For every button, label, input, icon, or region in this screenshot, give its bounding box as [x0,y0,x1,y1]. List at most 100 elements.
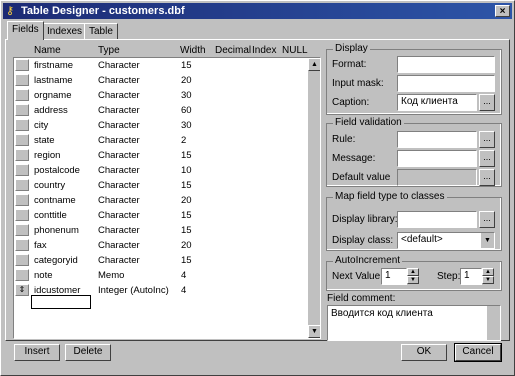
table-row[interactable]: fax Character 20 [14,238,307,253]
field-comment-textarea[interactable]: Вводится код клиента [327,305,501,341]
row-selector[interactable] [15,104,29,116]
field-name-cell[interactable]: fax [34,239,47,252]
table-row[interactable]: conttitle Character 15 [14,208,307,223]
column-header-name[interactable]: Name [34,45,61,56]
rule-builder-button[interactable]: ... [479,131,495,148]
row-selector[interactable] [15,134,29,146]
field-width-cell[interactable]: 30 [181,89,192,102]
table-row[interactable]: lastname Character 20 [14,73,307,88]
field-width-cell[interactable]: 15 [181,254,192,267]
field-name-cell[interactable]: country [34,179,65,192]
field-type-cell[interactable]: Memo [98,269,124,282]
field-type-cell[interactable]: Character [98,224,140,237]
delete-button[interactable]: Delete [65,344,111,361]
format-input[interactable] [397,56,495,73]
field-type-cell[interactable]: Character [98,194,140,207]
default-value-builder-button[interactable]: ... [479,169,495,186]
field-width-cell[interactable]: 15 [181,209,192,222]
column-header-index[interactable]: Index [252,45,276,56]
field-width-cell[interactable]: 15 [181,149,192,162]
row-selector[interactable] [15,254,29,266]
field-type-cell[interactable]: Character [98,59,140,72]
field-name-cell[interactable]: orgname [34,89,72,102]
step-input[interactable]: 1 [460,268,482,285]
field-name-cell[interactable]: address [34,104,68,117]
row-selector[interactable] [15,224,29,236]
table-row[interactable]: city Character 30 [14,118,307,133]
default-value-input[interactable] [397,169,477,186]
scroll-up-button[interactable]: ▲ [308,58,320,71]
field-width-cell[interactable]: 20 [181,194,192,207]
field-width-cell[interactable]: 4 [181,269,186,282]
caption-input[interactable]: Код клиента [397,94,477,111]
field-name-cell[interactable]: categoryid [34,254,78,267]
field-width-cell[interactable]: 2 [181,134,186,147]
row-selector[interactable] [15,59,29,71]
column-header-type[interactable]: Type [98,45,120,56]
row-selector[interactable] [15,209,29,221]
table-row[interactable]: postalcode Character 10 [14,163,307,178]
chevron-down-icon[interactable]: ▼ [481,233,494,248]
field-type-cell[interactable]: Character [98,164,140,177]
row-selector[interactable] [15,269,29,281]
scroll-down-button[interactable]: ▼ [308,325,320,338]
table-row[interactable]: note Memo 4 [14,268,307,283]
caption-builder-button[interactable]: ... [479,94,495,111]
rule-input[interactable] [397,131,477,148]
insert-button[interactable]: Insert [14,344,60,361]
table-row[interactable]: phonenum Character 15 [14,223,307,238]
ok-button[interactable]: OK [401,344,447,361]
field-type-cell[interactable]: Character [98,209,140,222]
field-width-cell[interactable]: 15 [181,224,192,237]
cancel-button[interactable]: Cancel [454,343,502,362]
column-header-null[interactable]: NULL [282,45,308,56]
field-width-cell[interactable]: 15 [181,59,192,72]
table-row[interactable]: region Character 15 [14,148,307,163]
table-row[interactable]: address Character 60 [14,103,307,118]
tab-table[interactable]: Table [84,23,118,39]
row-selector[interactable] [15,179,29,191]
message-input[interactable] [397,150,477,167]
column-header-width[interactable]: Width [180,45,206,56]
row-selector[interactable] [15,194,29,206]
tab-fields[interactable]: Fields [7,21,44,40]
column-header-decimal[interactable]: Decimal [215,45,251,56]
field-name-cell[interactable]: postalcode [34,164,80,177]
field-name-cell[interactable]: conttitle [34,209,67,222]
field-type-cell[interactable]: Character [98,104,140,117]
display-library-button[interactable]: ... [479,211,495,228]
row-selector[interactable] [15,74,29,86]
field-name-cell[interactable]: lastname [34,74,73,87]
field-type-cell[interactable]: Character [98,179,140,192]
table-row[interactable]: firstname Character 15 [14,58,307,73]
field-width-cell[interactable]: 10 [181,164,192,177]
field-type-cell[interactable]: Character [98,149,140,162]
tab-indexes[interactable]: Indexes [42,23,88,39]
table-row[interactable]: categoryid Character 15 [14,253,307,268]
table-row[interactable]: contname Character 20 [14,193,307,208]
field-name-cell[interactable]: firstname [34,59,73,72]
field-width-cell[interactable]: 60 [181,104,192,117]
row-selector[interactable] [15,149,29,161]
next-value-input[interactable]: 1 [381,268,407,285]
row-selector[interactable] [15,239,29,251]
row-selector[interactable] [15,164,29,176]
field-type-cell[interactable]: Character [98,74,140,87]
field-name-cell[interactable]: region [34,149,60,162]
field-width-cell[interactable]: 15 [181,179,192,192]
field-name-cell[interactable]: contname [34,194,76,207]
field-type-cell[interactable]: Character [98,239,140,252]
input-mask-input[interactable] [397,75,495,92]
row-selector[interactable] [15,89,29,101]
field-type-cell[interactable]: Character [98,254,140,267]
next-value-spinner[interactable]: ▲ ▼ [407,268,419,285]
field-name-cell[interactable]: phonenum [34,224,79,237]
field-width-cell[interactable]: 30 [181,119,192,132]
field-type-cell[interactable]: Character [98,134,140,147]
table-row[interactable]: state Character 2 [14,133,307,148]
message-builder-button[interactable]: ... [479,150,495,167]
row-selector[interactable] [15,119,29,131]
field-type-cell[interactable]: Character [98,89,140,102]
step-spinner[interactable]: ▲ ▼ [482,268,494,285]
field-type-cell[interactable]: Integer (AutoInc) [98,284,169,297]
